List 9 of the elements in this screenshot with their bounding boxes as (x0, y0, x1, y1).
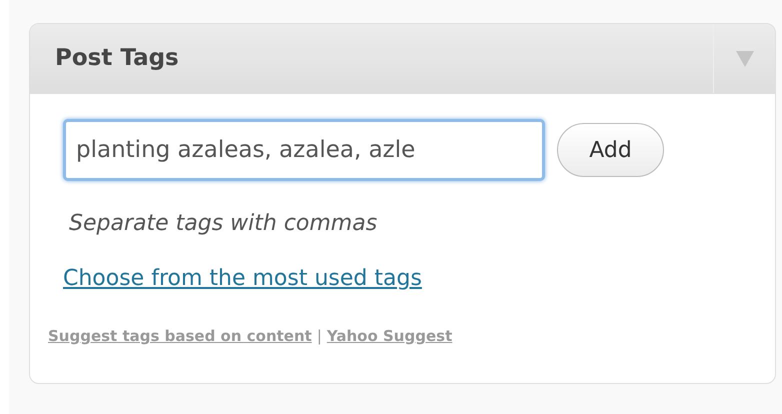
most-used-tags-link[interactable]: Choose from the most used tags (63, 266, 422, 291)
suggest-link[interactable]: Yahoo Suggest (326, 325, 452, 348)
collapse-arrow-icon[interactable] (736, 50, 754, 66)
add-button[interactable]: Add (557, 123, 664, 177)
hint-text: Separate tags with commas (69, 211, 378, 236)
separator: | (316, 326, 322, 347)
tag-input-field[interactable]: planting azaleas, azalea, azle (63, 119, 545, 181)
suggest-link[interactable]: Suggest tags based on content (48, 325, 312, 348)
panel-title: Post Tags (54, 44, 179, 74)
